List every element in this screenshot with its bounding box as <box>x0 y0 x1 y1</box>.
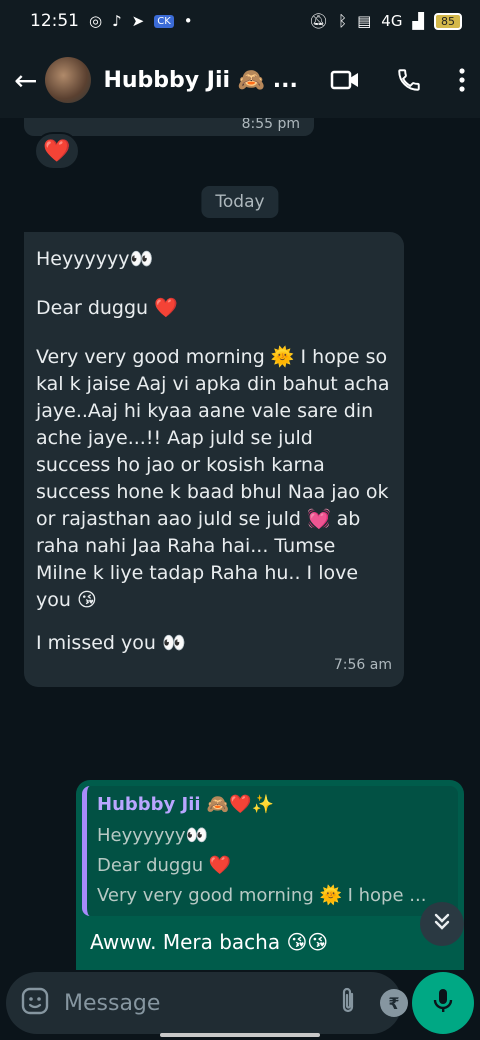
chat-area[interactable]: 8:55 pm ❤️ Today Heyyyyyy👀 Dear duggu ❤️… <box>0 118 480 970</box>
home-indicator <box>160 1033 320 1037</box>
mute-icon: 🔕︎ <box>309 12 329 30</box>
music-note-icon: ♪ <box>112 12 122 30</box>
whatsapp-notification-icon: ◎ <box>89 12 103 30</box>
mic-button[interactable] <box>412 972 474 1034</box>
quote-author: Hubbby Jii 🙈❤️✨ <box>97 794 275 815</box>
network-label: 4G <box>381 12 403 30</box>
phone-icon[interactable] <box>396 67 422 93</box>
outgoing-message-bubble[interactable]: Hubbby Jii 🙈❤️✨ Heyyyyyy👀 Dear duggu ❤️ … <box>76 780 464 970</box>
double-chevron-down-icon <box>432 912 452 936</box>
battery-icon: 85 <box>434 12 462 30</box>
sticker-icon[interactable] <box>20 986 50 1020</box>
message-time: 7:56 am <box>333 657 392 673</box>
contact-name[interactable]: Hubbby Jii 🙈 ... <box>103 68 330 93</box>
scroll-down-button[interactable] <box>420 902 464 946</box>
message-time: 8:55 pm <box>241 118 300 132</box>
bluetooth-icon: ᛒ <box>338 12 348 30</box>
message-line: Dear duggu ❤️ <box>36 297 178 319</box>
notification-dot: • <box>183 12 193 30</box>
message-line: Heyyyyyy👀 <box>36 248 154 270</box>
more-vertical-icon[interactable] <box>458 67 466 93</box>
quoted-reply[interactable]: Hubbby Jii 🙈❤️✨ Heyyyyyy👀 Dear duggu ❤️ … <box>82 786 458 916</box>
outgoing-message-text: Awww. Mera bacha 😘😘 <box>90 930 329 954</box>
quote-line: Heyyyyyy👀 <box>97 825 208 846</box>
quote-line: Very very good morning 🌞 I hope ... <box>97 885 427 906</box>
volte-icon: ▤ <box>357 12 372 30</box>
mic-icon <box>432 987 454 1019</box>
date-chip: Today <box>201 186 279 218</box>
message-input[interactable] <box>64 990 338 1016</box>
status-bar: 12:51 ◎ ♪ ➤ CK • 🔕︎ ᛒ ▤ 4G ▟ 85 <box>0 0 480 42</box>
chat-header: ← Hubbby Jii 🙈 ... <box>0 42 480 118</box>
incoming-message-bubble[interactable]: Heyyyyyy👀 Dear duggu ❤️ Very very good m… <box>24 232 404 687</box>
status-time: 12:51 <box>30 11 79 31</box>
signal-icon: ▟ <box>412 12 424 30</box>
rupee-payment-icon[interactable]: ₹ <box>380 989 408 1017</box>
telegram-icon: ➤ <box>131 12 145 30</box>
attach-icon[interactable] <box>338 986 358 1020</box>
reaction-heart[interactable]: ❤️ <box>34 132 80 170</box>
back-arrow-icon[interactable]: ← <box>14 64 37 97</box>
quote-line: Dear duggu ❤️ <box>97 855 232 876</box>
video-call-icon[interactable] <box>330 69 360 91</box>
ck-badge-icon: CK <box>154 14 174 28</box>
avatar[interactable] <box>45 57 92 103</box>
message-composer: ₹ <box>6 972 457 1034</box>
message-line: Very very good morning 🌞 I hope so kal k… <box>36 346 390 611</box>
